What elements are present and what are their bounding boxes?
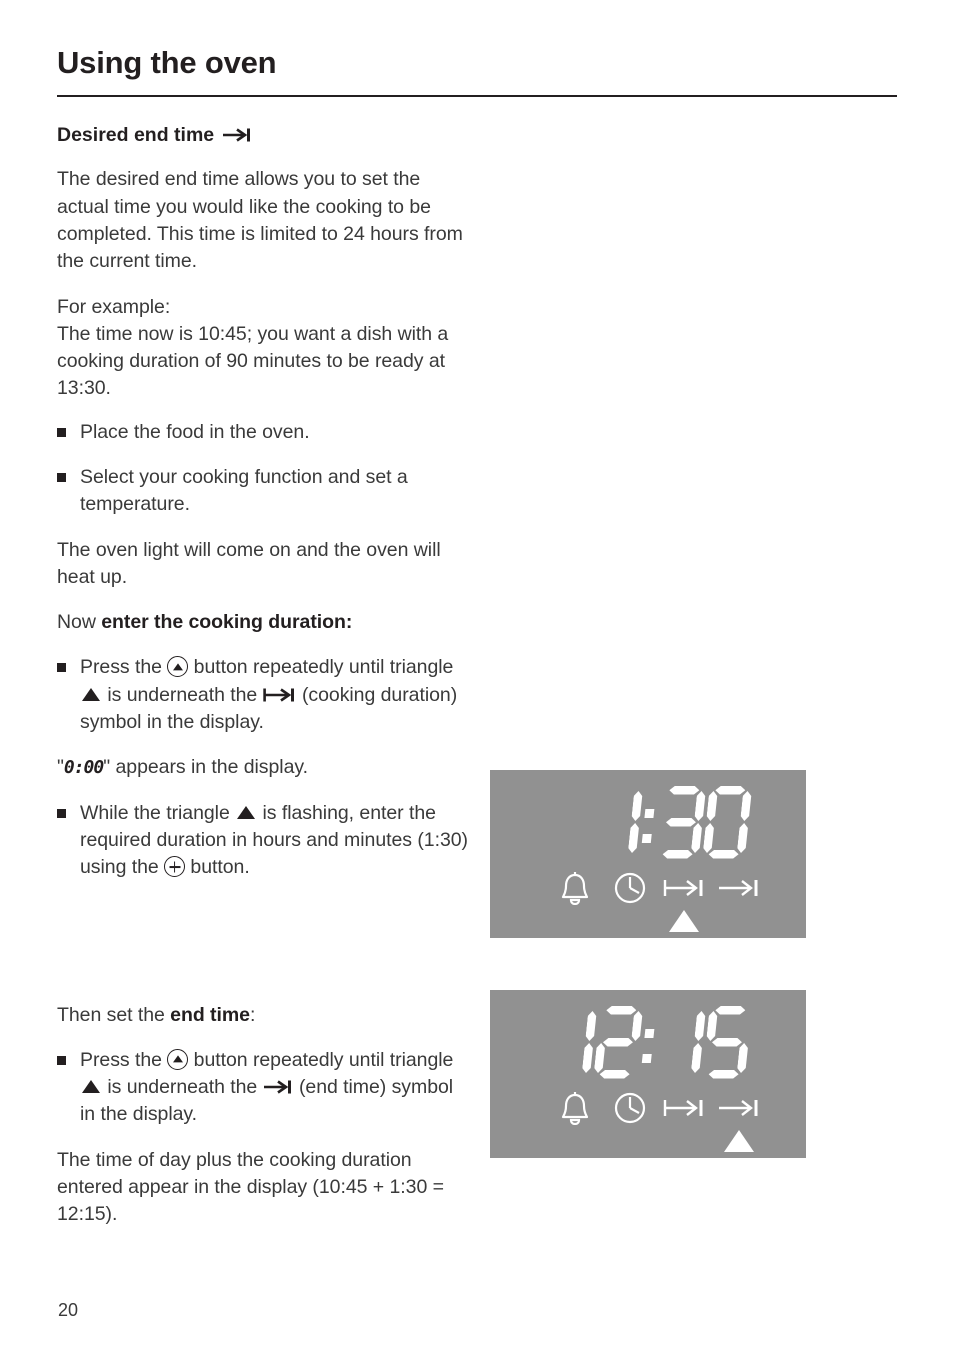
list-item: Press the button repeatedly until triang… bbox=[57, 1047, 469, 1129]
lcd-readout bbox=[596, 784, 749, 860]
bullet-square-icon bbox=[57, 1055, 66, 1065]
cooking-duration-icon bbox=[661, 870, 707, 906]
triangle-pointer-icon bbox=[237, 805, 256, 819]
title-divider bbox=[57, 95, 897, 97]
endtime-display-panel bbox=[490, 990, 806, 1158]
list-item-label: Select your cooking function and set a t… bbox=[80, 465, 408, 516]
list-item: Select your cooking function and set a t… bbox=[57, 464, 469, 519]
end-time-arrow-bar-icon bbox=[222, 127, 253, 143]
pointer-slot-clock bbox=[607, 910, 653, 932]
triangle-pointer-icon bbox=[82, 687, 100, 701]
lcd-digit bbox=[655, 1005, 707, 1079]
lcd-digit bbox=[701, 785, 753, 859]
list-item-label: Place the food in the oven. bbox=[80, 420, 310, 443]
column-spacer bbox=[57, 900, 469, 1002]
plus-button-icon bbox=[164, 856, 186, 878]
pointer-slot-bell bbox=[552, 1130, 598, 1152]
cooking-duration-icon bbox=[661, 1090, 707, 1126]
list-item-label: While the triangle is flashing, enter th… bbox=[80, 800, 469, 882]
list-item: Press the button repeatedly until triang… bbox=[57, 654, 469, 736]
pointer-slot-cooking-duration bbox=[661, 910, 707, 932]
section-heading: Desired end time bbox=[57, 122, 469, 148]
end-time-icon bbox=[263, 1079, 294, 1095]
clock-icon bbox=[607, 870, 653, 906]
subheading-prefix: Now bbox=[57, 611, 102, 634]
list-item: Place the food in the oven. bbox=[57, 419, 469, 446]
pointer-triangle-icon bbox=[669, 910, 700, 932]
intro-paragraph: The desired end time allows you to set t… bbox=[57, 168, 463, 273]
page-title: Using the oven bbox=[57, 45, 277, 80]
subheading-suffix: : bbox=[249, 1003, 256, 1026]
pointer-slot-end-time bbox=[716, 910, 762, 932]
subheading-bold: enter the cooking duration: bbox=[101, 611, 353, 634]
pointer-triangle-icon bbox=[723, 1130, 754, 1152]
oven-light-paragraph: The oven light will come on and the oven… bbox=[57, 538, 441, 588]
subheading-prefix: Then set the bbox=[57, 1003, 171, 1026]
end-time-icon bbox=[716, 1090, 762, 1126]
page-number: 20 bbox=[58, 1300, 79, 1320]
lcd-zero-value: 0:00 bbox=[63, 757, 104, 779]
bullet-square-icon bbox=[57, 663, 66, 673]
list-item-label: Press the button repeatedly until triang… bbox=[80, 1047, 469, 1129]
lcd-digit bbox=[655, 785, 707, 859]
display-icon-row bbox=[552, 1090, 762, 1126]
lcd-digit bbox=[701, 1005, 753, 1079]
example-paragraph: For example: The time now is 10:45; you … bbox=[57, 294, 469, 403]
display-pointer-row bbox=[552, 1130, 762, 1152]
end-time-icon bbox=[716, 870, 762, 906]
bell-icon bbox=[552, 1090, 598, 1126]
triangle-pointer-icon bbox=[82, 1080, 100, 1094]
quote-open: " bbox=[57, 756, 64, 779]
pointer-slot-cooking-duration bbox=[661, 1130, 707, 1152]
lcd-digit bbox=[546, 1005, 598, 1079]
subheading-enter-duration: Now enter the cooking duration: bbox=[57, 609, 469, 636]
list-item: While the triangle is flashing, enter th… bbox=[57, 800, 469, 882]
pointer-slot-end-time bbox=[716, 1130, 762, 1152]
display-icon-row bbox=[552, 870, 762, 906]
lcd-digit bbox=[592, 785, 644, 859]
up-triangle-button-icon bbox=[167, 1048, 189, 1070]
manual-page: Using the oven Desired end time The desi… bbox=[0, 0, 954, 1352]
example-label: For example: bbox=[57, 295, 171, 318]
text-fragment: Press the bbox=[80, 656, 168, 679]
up-triangle-button-icon bbox=[167, 656, 189, 678]
text-fragment: button. bbox=[185, 856, 250, 879]
bullet-square-icon bbox=[57, 427, 66, 437]
bell-icon bbox=[552, 870, 598, 906]
bullet-square-icon bbox=[57, 472, 66, 482]
text-fragment: is underneath the bbox=[102, 1076, 263, 1099]
clock-icon bbox=[607, 1090, 653, 1126]
quote-close-and-text: " appears in the display. bbox=[103, 756, 309, 779]
subheading-bold: end time bbox=[170, 1003, 250, 1026]
zero-display-paragraph: "0:00" appears in the display. bbox=[57, 754, 469, 781]
text-fragment: While the triangle bbox=[80, 801, 236, 824]
lcd-digit bbox=[592, 1005, 644, 1079]
cooking-duration-icon bbox=[262, 687, 297, 703]
section-heading-label: Desired end time bbox=[57, 124, 215, 146]
duration-display-panel bbox=[490, 770, 806, 938]
text-fragment: button repeatedly until triangle bbox=[188, 656, 454, 679]
list-item-label: Press the button repeatedly until triang… bbox=[80, 654, 469, 736]
lcd-readout bbox=[550, 1004, 749, 1080]
subheading-set-endtime: Then set the end time: bbox=[57, 1002, 469, 1029]
text-fragment: is underneath the bbox=[102, 683, 263, 706]
display-pointer-row bbox=[552, 910, 762, 932]
text-fragment: Press the bbox=[80, 1048, 168, 1071]
example-body: The time now is 10:45; you want a dish w… bbox=[57, 322, 449, 400]
pointer-slot-bell bbox=[552, 910, 598, 932]
bullet-square-icon bbox=[57, 808, 66, 818]
time-of-day-paragraph: The time of day plus the cooking duratio… bbox=[57, 1148, 444, 1226]
content-column: Desired end time The desired end time al… bbox=[57, 122, 469, 1247]
pointer-slot-clock bbox=[607, 1130, 653, 1152]
text-fragment: button repeatedly until triangle bbox=[188, 1048, 454, 1071]
